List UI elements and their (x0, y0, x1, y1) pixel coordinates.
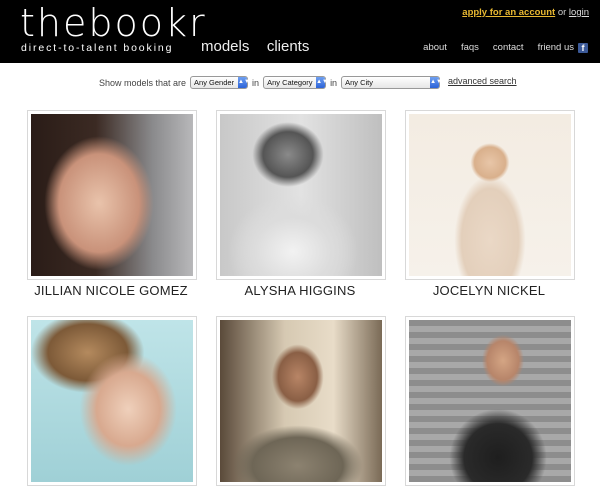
model-photo[interactable] (31, 114, 193, 276)
model-card[interactable] (216, 316, 386, 486)
nav-clients-link[interactable]: clients (267, 38, 310, 55)
model-name[interactable]: JOCELYN NICKEL (405, 283, 573, 298)
model-filter: Show models that are Any Gender ▲▼ in An… (99, 76, 444, 89)
main-nav: models clients (201, 38, 322, 56)
site-tagline: direct-to-talent booking (21, 42, 174, 54)
model-photo[interactable] (220, 114, 382, 276)
model-photo[interactable] (409, 114, 571, 276)
faqs-link[interactable]: faqs (461, 42, 479, 53)
select-arrow-icon: ▲▼ (238, 77, 250, 88)
model-card[interactable] (405, 316, 575, 486)
about-link[interactable]: about (423, 42, 447, 53)
city-select-value: Any City (345, 78, 374, 87)
model-name[interactable]: ALYSHA HIGGINS (216, 283, 384, 298)
login-link[interactable]: login (569, 7, 589, 18)
gender-select[interactable]: Any Gender ▲▼ (190, 76, 250, 89)
model-card[interactable] (405, 110, 575, 280)
filter-prefix-label: Show models that are (99, 77, 187, 88)
nav-models-link[interactable]: models (201, 38, 249, 55)
facebook-icon[interactable]: f (578, 42, 588, 53)
select-arrow-icon: ▲▼ (430, 77, 442, 88)
friend-us-link[interactable]: friend us (538, 42, 574, 53)
apply-account-link[interactable]: apply for an account (462, 7, 555, 18)
model-card[interactable] (27, 316, 197, 486)
category-select[interactable]: Any Category ▲▼ (263, 76, 328, 89)
model-name[interactable]: JILLIAN NICOLE GOMEZ (27, 283, 195, 298)
select-arrow-icon: ▲▼ (316, 77, 328, 88)
category-select-value: Any Category (267, 78, 313, 87)
model-card[interactable] (216, 110, 386, 280)
model-photo[interactable] (220, 320, 382, 482)
model-photo[interactable] (409, 320, 571, 482)
city-select[interactable]: Any City ▲▼ (341, 76, 442, 89)
advanced-search-link[interactable]: advanced search (448, 76, 517, 86)
model-photo[interactable] (31, 320, 193, 482)
gender-select-value: Any Gender (194, 78, 235, 87)
site-logo[interactable]: thebookr (20, 3, 207, 43)
filter-in-label: in (330, 77, 338, 88)
sub-nav: about faqs contact friend us f (409, 42, 588, 53)
contact-link[interactable]: contact (493, 42, 524, 53)
site-header: thebookr direct-to-talent booking models… (0, 0, 600, 63)
account-links: apply for an account or login (462, 7, 589, 18)
filter-in-label: in (252, 77, 260, 88)
or-text: or (557, 7, 567, 18)
model-card[interactable] (27, 110, 197, 280)
